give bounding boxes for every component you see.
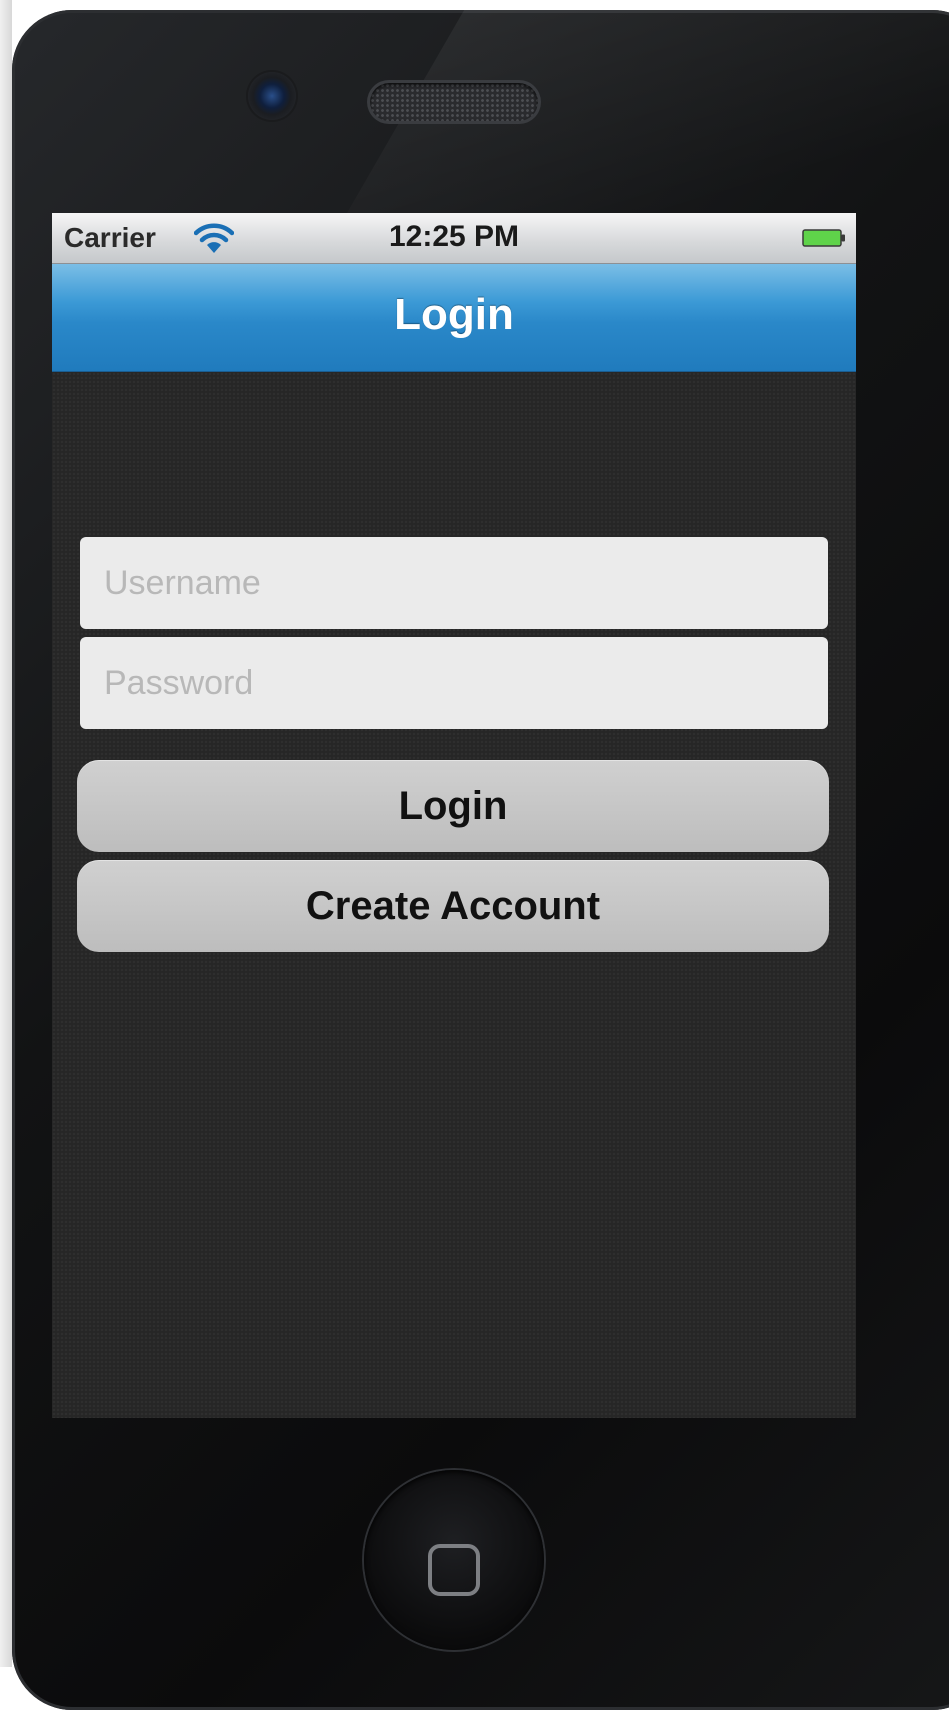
- earpiece-speaker: [370, 83, 538, 121]
- background-edge: [0, 0, 12, 1667]
- password-input[interactable]: [102, 662, 806, 704]
- password-field: [80, 637, 828, 729]
- nav-title: Login: [394, 290, 514, 339]
- status-bar: Carrier 12:25 PM: [52, 213, 856, 264]
- login-button[interactable]: Login: [77, 760, 829, 852]
- phone-frame: Carrier 12:25 PM Login Login Create: [12, 10, 949, 1710]
- device-screen: Carrier 12:25 PM Login Login Create: [52, 213, 856, 1418]
- home-button[interactable]: [364, 1470, 544, 1650]
- username-field: [80, 537, 828, 629]
- front-camera: [248, 72, 296, 120]
- login-content: Login Create Account: [52, 372, 856, 1418]
- home-square-icon: [428, 1544, 480, 1596]
- navigation-bar: Login: [52, 264, 856, 372]
- create-account-button[interactable]: Create Account: [77, 860, 829, 952]
- username-input[interactable]: [102, 562, 806, 604]
- battery-full-icon: [802, 229, 845, 247]
- status-time: 12:25 PM: [388, 220, 520, 253]
